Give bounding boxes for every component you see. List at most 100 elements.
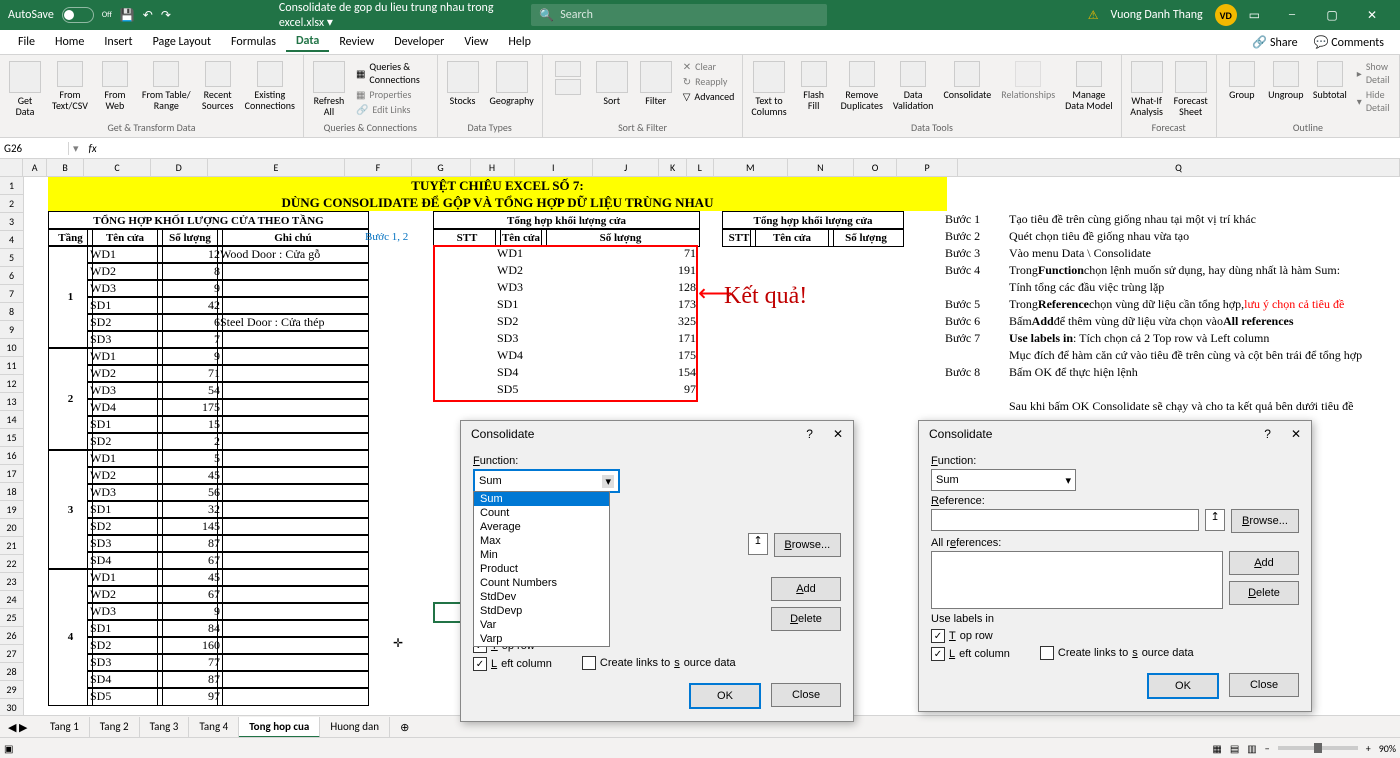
zoom-in[interactable]: + xyxy=(1366,742,1371,755)
sort-az-button[interactable] xyxy=(547,59,589,99)
row-header[interactable]: 1 xyxy=(0,177,24,195)
geography-button[interactable]: Geography xyxy=(486,59,538,108)
row-header[interactable]: 5 xyxy=(0,249,24,267)
cell[interactable]: Bước 3 xyxy=(943,245,1011,262)
zoom-slider[interactable] xyxy=(1278,746,1358,750)
menu-view[interactable]: View xyxy=(454,33,498,51)
reference-input[interactable] xyxy=(931,509,1199,531)
dropdown-option[interactable]: Count Numbers xyxy=(474,576,609,590)
cell[interactable] xyxy=(943,279,1011,296)
cell[interactable]: Kết quả! xyxy=(722,279,902,313)
cell[interactable]: Bước 7 xyxy=(943,330,1011,347)
dropdown-option[interactable]: Max xyxy=(474,534,609,548)
row-header[interactable]: 23 xyxy=(0,573,24,591)
row-header[interactable]: 6 xyxy=(0,267,24,285)
dropdown-option[interactable]: Average xyxy=(474,520,609,534)
cell[interactable]: Bước 1, 2 xyxy=(363,228,437,245)
row-header[interactable]: 27 xyxy=(0,645,24,663)
col-header[interactable]: E xyxy=(208,159,345,177)
zoom-out[interactable]: − xyxy=(1265,742,1270,755)
refresh-all-button[interactable]: Refresh All xyxy=(308,59,350,119)
cell[interactable]: Tạo tiêu đề trên cùng giống nhau tại một… xyxy=(1007,211,1400,228)
get-data-button[interactable]: Get Data xyxy=(4,59,46,119)
dropdown-option[interactable]: Sum xyxy=(474,492,609,506)
cell[interactable]: WD2 xyxy=(495,262,545,279)
row-header[interactable]: 19 xyxy=(0,501,24,519)
col-header[interactable]: I xyxy=(515,159,594,177)
cell[interactable]: 3 xyxy=(48,449,93,570)
view-page-icon[interactable]: ▤ xyxy=(1230,742,1239,755)
cell[interactable]: SD2 xyxy=(495,313,545,330)
relationships-button[interactable]: Relationships xyxy=(997,59,1059,102)
cell[interactable]: Sau khi bấm OK Consolidate sẽ chạy và ch… xyxy=(1007,398,1400,415)
row-header[interactable]: 4 xyxy=(0,231,24,249)
col-header[interactable]: O xyxy=(854,159,897,177)
cell[interactable]: SD4 xyxy=(495,364,545,381)
cell[interactable] xyxy=(943,347,1011,364)
cell[interactable]: SD5 xyxy=(87,687,163,706)
add-button[interactable]: Add xyxy=(1229,551,1299,575)
ungroup-button[interactable]: Ungroup xyxy=(1265,59,1307,102)
filter-button[interactable]: Filter xyxy=(635,59,677,108)
subtotal-button[interactable]: Subtotal xyxy=(1309,59,1351,102)
collapse-icon[interactable]: ↥ xyxy=(748,533,767,555)
cell[interactable]: Bước 5 xyxy=(943,296,1011,313)
cell[interactable]: Bấm OK để thực hiện lệnh xyxy=(1007,364,1400,381)
dropdown-option[interactable]: Varp xyxy=(474,632,609,646)
row-header[interactable]: 28 xyxy=(0,663,24,681)
cell[interactable]: Bước 8 xyxy=(943,364,1011,381)
cell[interactable]: Bước 6 xyxy=(943,313,1011,330)
cell[interactable]: 191 xyxy=(541,262,698,279)
recent-sources-button[interactable]: Recent Sources xyxy=(197,59,239,113)
dropdown-option[interactable]: Min xyxy=(474,548,609,562)
undo-icon[interactable]: ↶ xyxy=(143,8,153,23)
col-header[interactable]: F xyxy=(345,159,411,177)
cell[interactable]: Tính tổng các đầu việc trùng lặp xyxy=(1007,279,1400,296)
menu-pagelayout[interactable]: Page Layout xyxy=(143,33,221,51)
add-button[interactable]: Add xyxy=(771,577,841,601)
cell[interactable]: SD5 xyxy=(495,381,545,398)
row-header[interactable]: 24 xyxy=(0,591,24,609)
col-header[interactable]: G xyxy=(412,159,471,177)
sheet-tab[interactable]: Tang 2 xyxy=(90,717,140,738)
cell[interactable] xyxy=(1007,381,1400,398)
browse-button[interactable]: Browse... xyxy=(774,533,841,557)
help-icon[interactable]: ? xyxy=(806,427,813,441)
col-header[interactable]: C xyxy=(84,159,150,177)
cell[interactable]: 171 xyxy=(541,330,698,347)
delete-button[interactable]: Delete xyxy=(771,607,841,631)
menu-data[interactable]: Data xyxy=(286,32,329,52)
row-header[interactable]: 17 xyxy=(0,465,24,483)
cell[interactable]: 71 xyxy=(541,245,698,262)
col-header[interactable]: H xyxy=(471,159,515,177)
tab-nav[interactable]: ◀ ▶ xyxy=(8,721,27,734)
hide-detail-button[interactable]: ▾ Hide Detail xyxy=(1353,87,1395,115)
row-header[interactable]: 25 xyxy=(0,609,24,627)
menu-insert[interactable]: Insert xyxy=(94,33,142,51)
view-normal-icon[interactable]: ▦ xyxy=(1212,742,1221,755)
minimize-button[interactable]: ─ xyxy=(1272,0,1312,30)
restore-button[interactable]: ▢ xyxy=(1312,0,1352,30)
cell[interactable]: WD4 xyxy=(495,347,545,364)
queries-connections-button[interactable]: ▦ Queries & Connections xyxy=(352,59,433,87)
data-model-button[interactable]: Manage Data Model xyxy=(1061,59,1116,113)
cell[interactable] xyxy=(943,381,1011,398)
cell[interactable]: Bước 2 xyxy=(943,228,1011,245)
sheet-tab[interactable]: Huong dan xyxy=(320,717,390,738)
cell[interactable]: 154 xyxy=(541,364,698,381)
search-box[interactable]: 🔍 Search xyxy=(531,4,827,26)
from-table-button[interactable]: From Table/ Range xyxy=(138,59,195,113)
zoom-level[interactable]: 90% xyxy=(1379,742,1396,755)
from-web-button[interactable]: From Web xyxy=(94,59,136,113)
sort-button[interactable]: Sort xyxy=(591,59,633,108)
cell[interactable]: Vào menu Data \ Consolidate xyxy=(1007,245,1400,262)
cell[interactable]: Use labels in: Tích chọn cả 2 Top row và… xyxy=(1007,330,1400,347)
dropdown-option[interactable]: StdDev xyxy=(474,590,609,604)
autosave-toggle[interactable] xyxy=(62,7,94,23)
menu-file[interactable]: File xyxy=(8,33,45,51)
save-icon[interactable]: 💾 xyxy=(120,8,135,23)
reapply-button[interactable]: ↻ Reapply xyxy=(679,74,732,89)
cell[interactable]: 97 xyxy=(541,381,698,398)
cell[interactable] xyxy=(217,687,369,706)
cell[interactable]: Trong Reference chọn vùng dữ liệu cần tổ… xyxy=(1007,296,1400,313)
